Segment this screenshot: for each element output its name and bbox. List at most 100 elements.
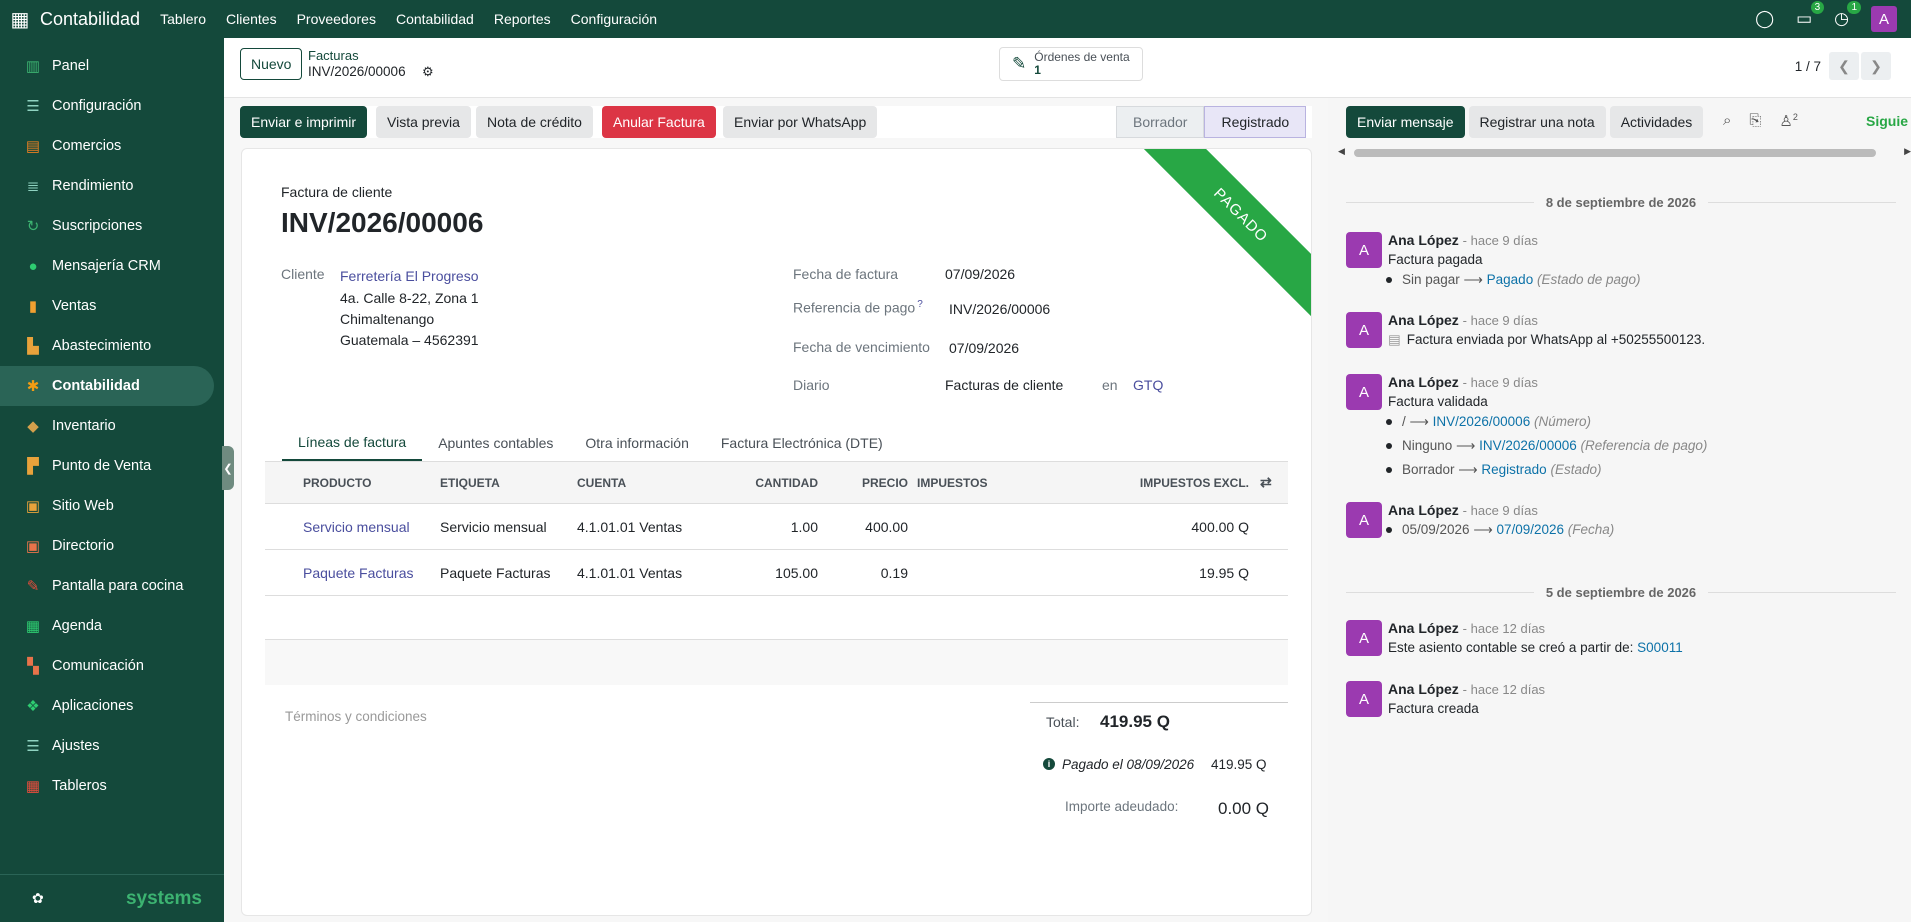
log-note-button[interactable]: Registrar una nota xyxy=(1468,106,1606,138)
activities-button[interactable]: Actividades xyxy=(1609,106,1704,138)
pager-previous-button[interactable]: ❮ xyxy=(1829,52,1859,80)
message-author[interactable]: Ana López xyxy=(1388,620,1459,636)
follow-button[interactable]: Siguie xyxy=(1866,113,1908,129)
horizontal-scrollbar[interactable]: ◀ ▶ xyxy=(1338,146,1911,158)
menu-reportes[interactable]: Reportes xyxy=(494,11,551,27)
avatar[interactable]: A xyxy=(1346,620,1382,656)
line-product[interactable]: Servicio mensual xyxy=(303,504,410,549)
preview-button[interactable]: Vista previa xyxy=(376,106,471,138)
avatar[interactable]: A xyxy=(1346,374,1382,410)
avatar[interactable]: A xyxy=(1346,232,1382,268)
tab-other-info[interactable]: Otra información xyxy=(569,425,704,461)
sidebar-item-directorio[interactable]: ▣ Directorio xyxy=(0,526,214,566)
col-subtotal[interactable]: IMPUESTOS EXCL. xyxy=(1085,462,1249,503)
table-row[interactable]: Paquete Facturas Paquete Facturas 4.1.01… xyxy=(265,550,1288,596)
sidebar-item-ajustes[interactable]: ☰ Ajustes xyxy=(0,726,214,766)
col-label[interactable]: ETIQUETA xyxy=(440,462,500,503)
tab-journal-items[interactable]: Apuntes contables xyxy=(422,425,569,461)
settings-gear-icon[interactable]: ✿ xyxy=(32,890,44,907)
state-posted[interactable]: Registrado xyxy=(1204,106,1307,138)
messages-icon[interactable]: ▭ 3 xyxy=(1796,1,1825,29)
add-line-row[interactable] xyxy=(265,639,1288,685)
message-author[interactable]: Ana López xyxy=(1388,232,1459,248)
col-product[interactable]: PRODUCTO xyxy=(303,462,371,503)
sidebar-item-contabilidad[interactable]: ✱ Contabilidad xyxy=(0,366,214,406)
sidebar-item-ventas[interactable]: ▮ Ventas xyxy=(0,286,214,326)
apps-menu-icon[interactable]: ▦ xyxy=(0,7,40,32)
info-icon[interactable]: i xyxy=(1043,758,1055,770)
attachment-icon[interactable]: ⎘ xyxy=(1749,112,1761,130)
sidebar-item-suscripciones[interactable]: ↻ Suscripciones xyxy=(0,206,214,246)
menu-clientes[interactable]: Clientes xyxy=(226,11,277,27)
message-author[interactable]: Ana López xyxy=(1388,374,1459,390)
whatsapp-icon[interactable]: ◯ xyxy=(1755,9,1774,29)
invoice-date-field[interactable]: 07/09/2026 xyxy=(945,266,1015,282)
journal-field[interactable]: Facturas de cliente xyxy=(945,377,1063,393)
line-product[interactable]: Paquete Facturas xyxy=(303,550,414,595)
avatar[interactable]: A xyxy=(1346,681,1382,717)
sidebar-item-tableros[interactable]: ▦ Tableros xyxy=(0,766,214,806)
customer-link[interactable]: Ferretería El Progreso xyxy=(340,268,479,284)
sidebar-item-agenda[interactable]: ▦ Agenda xyxy=(0,606,214,646)
scroll-left-icon[interactable]: ◀ xyxy=(1338,146,1345,157)
sidebar-item-aplicaciones[interactable]: ❖ Aplicaciones xyxy=(0,686,214,726)
message-time: - hace 12 días xyxy=(1462,621,1546,636)
cancel-invoice-button[interactable]: Anular Factura xyxy=(602,106,716,138)
total-value: 419.95 Q xyxy=(1100,712,1170,731)
app-name[interactable]: Contabilidad xyxy=(40,9,140,30)
col-taxes[interactable]: IMPUESTOS xyxy=(917,462,987,503)
sidebar-item-sitio-web[interactable]: ▣ Sitio Web xyxy=(0,486,214,526)
pager-next-button[interactable]: ❯ xyxy=(1861,52,1891,80)
send-print-button[interactable]: Enviar e imprimir xyxy=(240,106,368,138)
activities-icon[interactable]: ◷ 1 xyxy=(1834,1,1861,29)
search-icon[interactable]: ⌕ xyxy=(1723,112,1731,130)
message-author[interactable]: Ana López xyxy=(1388,681,1459,697)
followers-icon[interactable]: ♙2 xyxy=(1779,112,1797,130)
sidebar-item-comunicacion[interactable]: ▚ Comunicación xyxy=(0,646,214,686)
message-author[interactable]: Ana López xyxy=(1388,502,1459,518)
currency-field[interactable]: GTQ xyxy=(1133,377,1163,393)
state-draft[interactable]: Borrador xyxy=(1116,106,1205,138)
avatar[interactable]: A xyxy=(1346,312,1382,348)
col-account[interactable]: CUENTA xyxy=(577,462,626,503)
menu-proveedores[interactable]: Proveedores xyxy=(297,11,376,27)
scrollbar-thumb[interactable] xyxy=(1354,149,1876,157)
scroll-right-icon[interactable]: ▶ xyxy=(1904,146,1911,157)
sidebar-item-comercios[interactable]: ▤ Comercios xyxy=(0,126,214,166)
message-author[interactable]: Ana López xyxy=(1388,312,1459,328)
pager-value[interactable]: 1 / 7 xyxy=(1795,59,1821,74)
menu-contabilidad[interactable]: Contabilidad xyxy=(396,11,474,27)
col-quantity[interactable]: CANTIDAD xyxy=(675,462,818,503)
menu-tablero[interactable]: Tablero xyxy=(160,11,206,27)
breadcrumb-facturas[interactable]: Facturas xyxy=(308,48,359,63)
table-row[interactable]: Servicio mensual Servicio mensual 4.1.01… xyxy=(265,504,1288,550)
sale-order-link[interactable]: S00011 xyxy=(1637,640,1683,655)
sidebar-item-punto-de-venta[interactable]: ▛ Punto de Venta xyxy=(0,446,214,486)
sidebar-item-abastecimiento[interactable]: ▙ Abastecimiento xyxy=(0,326,214,366)
payment-ref-field[interactable]: INV/2026/00006 xyxy=(949,301,1050,317)
optional-columns-icon[interactable]: ⇄ xyxy=(1260,462,1272,503)
send-message-button[interactable]: Enviar mensaje xyxy=(1346,106,1465,138)
tab-electronic-invoice[interactable]: Factura Electrónica (DTE) xyxy=(705,425,899,461)
gear-icon[interactable]: ⚙ xyxy=(422,64,434,80)
sidebar-item-mensajeria-crm[interactable]: ● Mensajería CRM xyxy=(0,246,214,286)
sidebar-item-configuracion[interactable]: ☰ Configuración xyxy=(0,86,214,126)
user-avatar[interactable]: A xyxy=(1871,6,1897,32)
help-tooltip-icon[interactable]: ? xyxy=(917,299,923,310)
sidebar-item-label: Pantalla para cocina xyxy=(52,578,184,594)
menu-configuracion[interactable]: Configuración xyxy=(571,11,657,27)
credit-note-button[interactable]: Nota de crédito xyxy=(476,106,593,138)
tab-invoice-lines[interactable]: Líneas de factura xyxy=(282,425,423,461)
sidebar-item-panel[interactable]: ▥ Panel xyxy=(0,46,214,86)
sidebar-collapse-handle[interactable]: ❮ xyxy=(222,446,234,490)
sidebar-item-pantalla-cocina[interactable]: ✎ Pantalla para cocina xyxy=(0,566,214,606)
due-date-field[interactable]: 07/09/2026 xyxy=(949,340,1019,356)
sale-orders-smart-button[interactable]: ✎ Órdenes de venta 1 xyxy=(999,47,1143,81)
whatsapp-button[interactable]: Enviar por WhatsApp xyxy=(723,106,878,138)
col-price[interactable]: PRECIO xyxy=(825,462,908,503)
new-button[interactable]: Nuevo xyxy=(240,48,303,80)
avatar[interactable]: A xyxy=(1346,502,1382,538)
terms-field[interactable]: Términos y condiciones xyxy=(285,709,427,724)
sidebar-item-inventario[interactable]: ◆ Inventario xyxy=(0,406,214,446)
sidebar-item-rendimiento[interactable]: ≣ Rendimiento xyxy=(0,166,214,206)
